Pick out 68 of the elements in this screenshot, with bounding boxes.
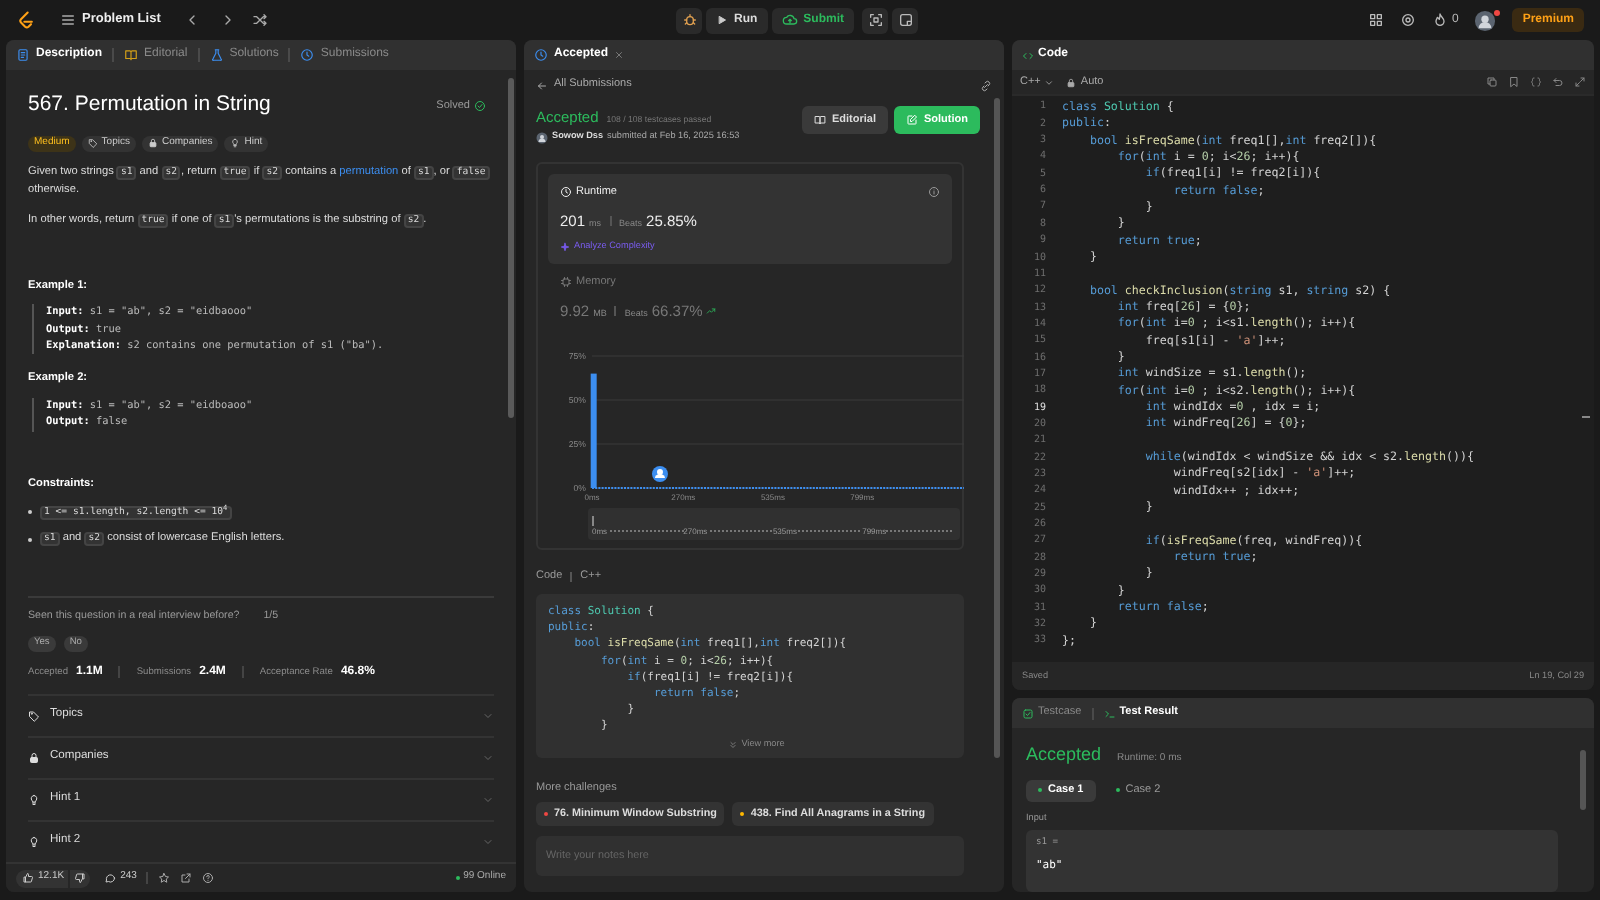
scrollbar[interactable] [1580,750,1586,810]
timer-icon [560,186,572,199]
comment-icon [104,872,117,884]
chevron-down-icon [482,709,494,722]
user-marker[interactable] [651,466,668,483]
share-icon[interactable] [180,872,193,884]
edit-icon [906,114,918,126]
result-status: Accepted [1026,742,1102,768]
code-icon [1022,49,1034,61]
chevron-down-icon [482,835,494,848]
help-icon[interactable] [202,872,215,884]
frame-icon [867,12,884,28]
scrollbar[interactable] [508,78,514,418]
avatar-icon [536,131,548,144]
scrollbar[interactable] [994,98,1000,758]
problem-title: 567. Permutation in String [28,90,271,120]
lightbulb-icon [230,138,241,149]
braces-icon[interactable] [1530,76,1542,88]
clock-icon [534,48,548,62]
check-circle-icon [474,99,486,112]
clock-icon [300,48,315,62]
shuffle-icon[interactable] [252,12,269,28]
note-icon [897,12,914,28]
flask-icon [209,48,224,62]
chevron-down-icon [482,751,494,764]
lightbulb-icon [28,835,40,848]
debug-button[interactable] [676,7,702,33]
dislike-button[interactable] [70,869,91,887]
info-icon [928,186,940,199]
chevron-down-icon [1044,77,1055,87]
expand-icon[interactable] [1574,76,1586,88]
grid-icon[interactable] [1367,12,1384,28]
close-icon[interactable] [614,50,625,60]
star-icon[interactable] [158,872,171,884]
link-icon[interactable] [980,79,992,91]
thumbs-down-icon [74,872,87,884]
layout-button[interactable] [862,7,889,33]
note-button[interactable] [892,7,919,33]
terminal-icon [1103,707,1116,719]
play-icon [716,14,728,26]
logo-icon[interactable] [16,10,36,30]
scrollbar[interactable] [1582,416,1590,418]
arrow-left-icon [536,79,548,91]
tag-icon [87,138,98,149]
lightbulb-icon [28,793,40,806]
sparkle-icon [560,241,570,252]
cloud-upload-icon [781,12,798,28]
check-square-icon [1022,707,1034,719]
document-icon [16,48,30,62]
bookmark-icon[interactable] [1508,76,1520,88]
avatar-icon[interactable] [1474,9,1497,31]
lock-icon [1066,77,1077,87]
bar[interactable] [590,373,597,489]
lock-icon [28,751,40,764]
lock-icon [147,138,158,149]
trend-icon [706,305,717,316]
chevrons-down-icon [727,739,738,750]
book-icon [124,48,139,62]
bug-icon [681,12,697,28]
chevron-down-icon [482,793,494,806]
thumbs-up-icon [22,872,34,884]
copy-icon[interactable] [1486,76,1498,88]
undo-icon[interactable] [1552,76,1564,88]
book-icon [813,114,826,126]
chip-icon [560,275,572,288]
flame-icon [1431,12,1448,28]
tag-icon [28,709,40,722]
list-icon [60,12,76,28]
